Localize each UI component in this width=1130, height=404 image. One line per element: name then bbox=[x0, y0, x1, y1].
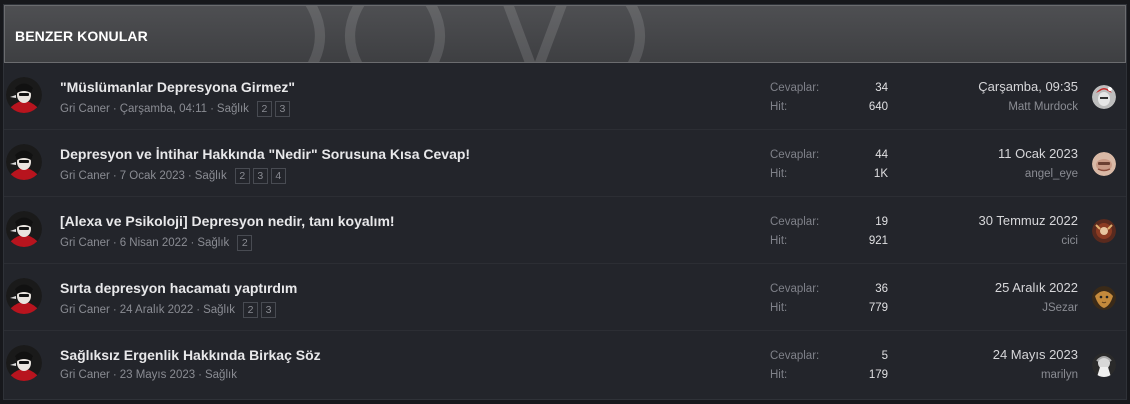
meta-separator: · bbox=[190, 237, 195, 249]
replies-label: Cevaplar: bbox=[770, 283, 820, 295]
page-link[interactable]: 2 bbox=[256, 101, 272, 117]
last-poster-avatar[interactable] bbox=[1092, 152, 1116, 176]
views-label: Hit: bbox=[770, 235, 788, 247]
views-count: 779 bbox=[868, 302, 888, 314]
replies-count: 19 bbox=[875, 216, 888, 228]
thread-title-link[interactable]: [Alexa ve Psikoloji] Depresyon nedir, ta… bbox=[60, 213, 395, 229]
meta-separator: · bbox=[187, 170, 192, 182]
views-count: 179 bbox=[868, 369, 888, 381]
last-post-date[interactable]: 25 Aralık 2022 bbox=[995, 280, 1078, 295]
views-count: 1K bbox=[873, 168, 888, 180]
block-header: BENZER KONULAR bbox=[4, 5, 1126, 63]
last-post-user[interactable]: Matt Murdock bbox=[1008, 101, 1078, 113]
forum-link[interactable]: Sağlık bbox=[195, 170, 227, 182]
replies-label: Cevaplar: bbox=[770, 149, 820, 161]
page-link[interactable]: 2 bbox=[243, 302, 259, 318]
author-avatar[interactable] bbox=[6, 77, 42, 113]
page-link[interactable]: 2 bbox=[237, 235, 253, 251]
meta-separator: · bbox=[112, 369, 117, 381]
meta-separator: · bbox=[112, 237, 117, 249]
views-label: Hit: bbox=[770, 302, 788, 314]
thread-row: Depresyon ve İntihar Hakkında "Nedir" So… bbox=[4, 130, 1126, 197]
last-poster-avatar[interactable] bbox=[1092, 219, 1116, 243]
thread-row: Sağlıksız Ergenlik Hakkında Birkaç Söz G… bbox=[4, 331, 1126, 398]
thread-title-link[interactable]: "Müslümanlar Depresyona Girmez" bbox=[60, 79, 295, 95]
thread-meta: Gri Caner · 24 Aralık 2022 · Sağlık 23 bbox=[60, 302, 277, 318]
meta-separator: · bbox=[196, 304, 201, 316]
author-link[interactable]: Gri Caner bbox=[60, 304, 110, 316]
last-post-user[interactable]: marilyn bbox=[1041, 369, 1078, 381]
author-avatar[interactable] bbox=[6, 278, 42, 314]
last-post-user[interactable]: angel_eye bbox=[1025, 168, 1078, 180]
replies-count: 36 bbox=[875, 283, 888, 295]
page-link[interactable]: 3 bbox=[252, 168, 268, 184]
last-poster-avatar[interactable] bbox=[1092, 353, 1116, 377]
thread-row: Sırta depresyon hacamatı yaptırdım Gri C… bbox=[4, 264, 1126, 331]
page-link[interactable]: 4 bbox=[270, 168, 286, 184]
page-link[interactable]: 3 bbox=[274, 101, 290, 117]
author-link[interactable]: Gri Caner bbox=[60, 103, 110, 115]
thread-row: [Alexa ve Psikoloji] Depresyon nedir, ta… bbox=[4, 197, 1126, 264]
thread-date[interactable]: 23 Mayıs 2023 bbox=[120, 369, 195, 381]
meta-separator: · bbox=[112, 170, 117, 182]
replies-label: Cevaplar: bbox=[770, 82, 820, 94]
last-post-user[interactable]: cici bbox=[1061, 235, 1078, 247]
forum-link[interactable]: Sağlık bbox=[217, 103, 249, 115]
last-post-date[interactable]: 24 Mayıs 2023 bbox=[993, 347, 1078, 362]
replies-count: 44 bbox=[875, 149, 888, 161]
page-link[interactable]: 2 bbox=[234, 168, 250, 184]
thread-title-link[interactable]: Sırta depresyon hacamatı yaptırdım bbox=[60, 280, 297, 296]
thread-meta: Gri Caner · 6 Nisan 2022 · Sağlık 2 bbox=[60, 235, 253, 251]
replies-label: Cevaplar: bbox=[770, 350, 820, 362]
views-label: Hit: bbox=[770, 168, 788, 180]
meta-separator: · bbox=[112, 103, 117, 115]
author-link[interactable]: Gri Caner bbox=[60, 369, 110, 381]
thread-date[interactable]: 6 Nisan 2022 bbox=[120, 237, 188, 249]
similar-threads-block: BENZER KONULAR "Müslümanlar Depresyona G… bbox=[3, 4, 1127, 400]
last-post-user[interactable]: JSezar bbox=[1042, 302, 1078, 314]
last-poster-avatar[interactable] bbox=[1092, 85, 1116, 109]
views-count: 921 bbox=[868, 235, 888, 247]
thread-meta: Gri Caner · 23 Mayıs 2023 · Sağlık bbox=[60, 369, 237, 381]
last-poster-avatar[interactable] bbox=[1092, 286, 1116, 310]
last-post-date[interactable]: Çarşamba, 09:35 bbox=[978, 79, 1078, 94]
author-link[interactable]: Gri Caner bbox=[60, 237, 110, 249]
replies-count: 34 bbox=[875, 82, 888, 94]
last-post-date[interactable]: 30 Temmuz 2022 bbox=[979, 213, 1079, 228]
forum-link[interactable]: Sağlık bbox=[197, 237, 229, 249]
thread-title-link[interactable]: Sağlıksız Ergenlik Hakkında Birkaç Söz bbox=[60, 347, 321, 363]
thread-row: "Müslümanlar Depresyona Girmez" Gri Cane… bbox=[4, 63, 1126, 130]
page-link[interactable]: 3 bbox=[261, 302, 277, 318]
thread-title-link[interactable]: Depresyon ve İntihar Hakkında "Nedir" So… bbox=[60, 146, 470, 162]
forum-link[interactable]: Sağlık bbox=[203, 304, 235, 316]
author-avatar[interactable] bbox=[6, 144, 42, 180]
views-label: Hit: bbox=[770, 101, 788, 113]
views-count: 640 bbox=[868, 101, 888, 113]
thread-date[interactable]: 7 Ocak 2023 bbox=[120, 170, 185, 182]
thread-meta: Gri Caner · 7 Ocak 2023 · Sağlık 234 bbox=[60, 168, 286, 184]
thread-date[interactable]: Çarşamba, 04:11 bbox=[120, 103, 207, 115]
page-links: 234 bbox=[234, 168, 286, 184]
views-label: Hit: bbox=[770, 369, 788, 381]
block-title: BENZER KONULAR bbox=[15, 28, 148, 44]
page-links: 23 bbox=[256, 101, 290, 117]
author-link[interactable]: Gri Caner bbox=[60, 170, 110, 182]
forum-link[interactable]: Sağlık bbox=[205, 369, 237, 381]
meta-separator: · bbox=[210, 103, 214, 115]
thread-meta: Gri Caner · Çarşamba, 04:11 · Sağlık 23 bbox=[60, 101, 290, 117]
meta-separator: · bbox=[112, 304, 117, 316]
page-links: 23 bbox=[243, 302, 277, 318]
author-avatar[interactable] bbox=[6, 345, 42, 381]
author-avatar[interactable] bbox=[6, 211, 42, 247]
header-pattern bbox=[305, 6, 645, 62]
replies-count: 5 bbox=[881, 350, 888, 362]
last-post-date[interactable]: 11 Ocak 2023 bbox=[998, 146, 1078, 161]
replies-label: Cevaplar: bbox=[770, 216, 820, 228]
page-links: 2 bbox=[237, 235, 253, 251]
meta-separator: · bbox=[198, 369, 202, 381]
thread-date[interactable]: 24 Aralık 2022 bbox=[120, 304, 194, 316]
